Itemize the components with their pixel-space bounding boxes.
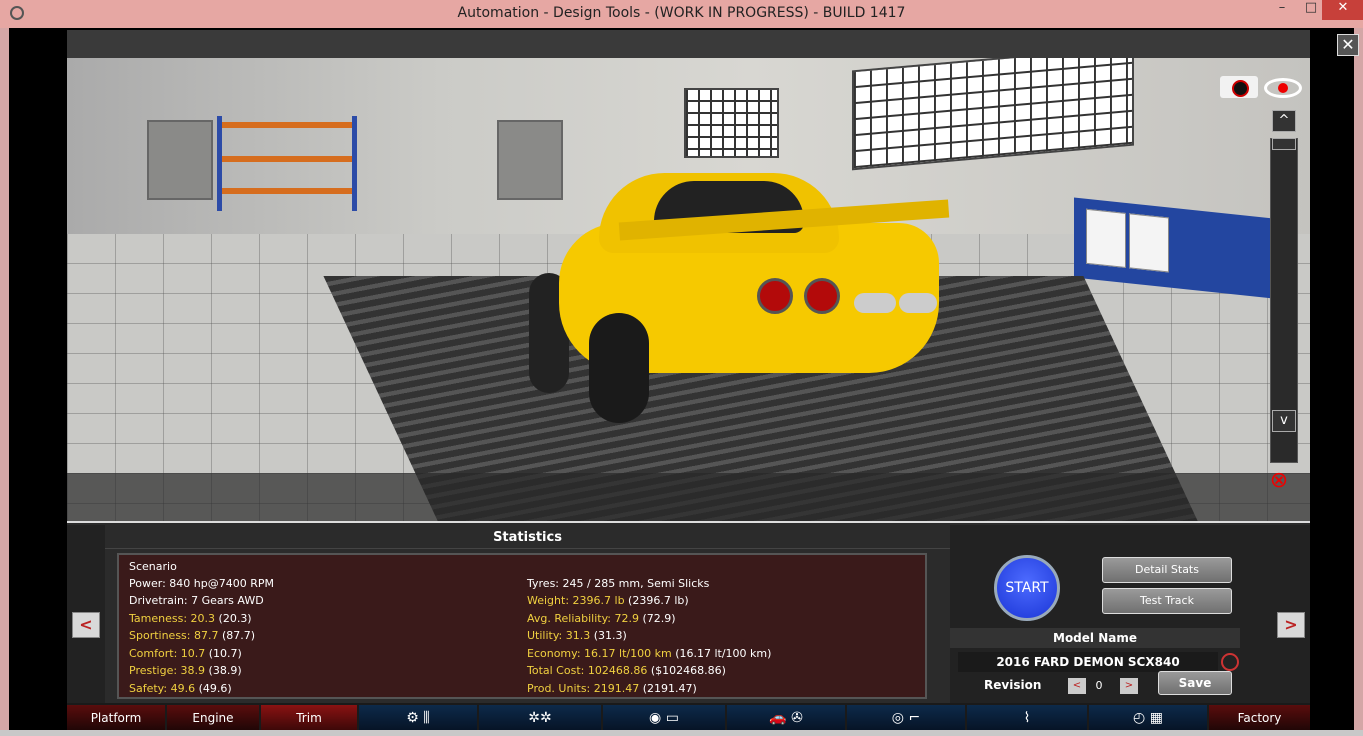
tab-factory[interactable]: Factory (1209, 705, 1310, 731)
detail-stats-button[interactable]: Detail Stats (1102, 557, 1232, 583)
zoom-up-button[interactable]: ^ (1272, 110, 1296, 132)
next-button[interactable]: > (1277, 612, 1305, 638)
tab-gearbox[interactable]: ⚙ ⫼ (359, 705, 477, 731)
window-title: Automation - Design Tools - (WORK IN PRO… (457, 5, 906, 21)
model-name-field[interactable]: 2016 FARD DEMON SCX840 (958, 652, 1218, 672)
statistics-heading: Statistics (105, 525, 950, 549)
tab-body[interactable]: 🚗 ✇ (727, 705, 845, 731)
car-exhaust (899, 293, 937, 313)
stat-safety: Safety: 49.6 (49.6) (129, 682, 232, 695)
stat-reliability: Avg. Reliability: 72.9 (72.9) (527, 612, 676, 625)
stat-utility: Utility: 31.3 (31.3) (527, 629, 627, 642)
close-window-button[interactable]: ✕ (1322, 0, 1363, 20)
stat-comfort: Comfort: 10.7 (10.7) (129, 647, 242, 660)
zoom-slider-handle[interactable] (1272, 138, 1296, 150)
stat-total-cost: Total Cost: 102468.86 ($102468.86) (527, 664, 726, 677)
car-exhaust (854, 293, 896, 313)
taskbar-strip (0, 730, 1363, 736)
client-area: ✕ ^ v ⊗ < Statistics Scenario Power: 840… (9, 28, 1359, 736)
eye-icon[interactable] (1264, 78, 1302, 98)
rotate-off-icon[interactable]: ⊗ (1263, 468, 1295, 494)
car-wheel-rear-right (589, 313, 649, 423)
tab-platform[interactable]: Platform (67, 705, 165, 731)
statistics-box: Scenario Power: 840 hp@7400 RPM Drivetra… (117, 553, 927, 699)
model-name-heading: Model Name (950, 628, 1240, 648)
design-tab-bar: Platform Engine Trim ⚙ ⫼ ✲✲ ◉ ▭ 🚗 ✇ ◎ ⌐ … (67, 703, 1310, 733)
tab-brakes[interactable]: ◉ ▭ (603, 705, 725, 731)
test-track-button[interactable]: Test Track (1102, 588, 1232, 614)
stat-power: Power: 840 hp@7400 RPM (129, 577, 274, 590)
refresh-icon[interactable] (1221, 653, 1239, 671)
car-taillight (757, 278, 793, 314)
stat-drivetrain: Drivetrain: 7 Gears AWD (129, 594, 264, 607)
3d-viewport[interactable]: ^ v ⊗ (67, 58, 1310, 521)
tab-interior[interactable]: ◎ ⌐ (847, 705, 965, 731)
viewport-bottom-shade (67, 473, 1310, 521)
design-controls: START Detail Stats Test Track Model Name… (950, 525, 1272, 703)
shelf-rack (217, 116, 357, 211)
camera-icon[interactable] (1220, 76, 1258, 98)
maximize-button[interactable]: □ (1302, 0, 1320, 20)
title-bar: Automation - Design Tools - (WORK IN PRO… (0, 0, 1363, 28)
left-side-column: < (67, 525, 105, 703)
tab-testing[interactable]: ◴ ▦ (1089, 705, 1207, 731)
right-side-column: > (1272, 525, 1310, 703)
stat-prod-units: Prod. Units: 2191.47 (2191.47) (527, 682, 697, 695)
tab-wheels[interactable]: ✲✲ (479, 705, 601, 731)
stat-sportiness: Sportiness: 87.7 (87.7) (129, 629, 256, 642)
bottom-panel: < Statistics Scenario Power: 840 hp@7400… (67, 521, 1310, 703)
application-window: Automation - Design Tools - (WORK IN PRO… (0, 0, 1363, 736)
garage-door-left (147, 120, 213, 200)
tab-suspension[interactable]: ⌇ (967, 705, 1087, 731)
stat-economy: Economy: 16.17 lt/100 km (16.17 lt/100 k… (527, 647, 772, 660)
minimize-button[interactable]: – (1262, 0, 1302, 20)
car-model (529, 163, 950, 423)
revision-label: Revision (984, 678, 1042, 692)
tab-engine[interactable]: Engine (167, 705, 259, 731)
viewport-top-strip: ✕ (67, 30, 1359, 58)
stat-weight: Weight: 2396.7 lb (2396.7 lb) (527, 594, 689, 607)
stat-prestige: Prestige: 38.9 (38.9) (129, 664, 242, 677)
revision-next-button[interactable]: > (1120, 678, 1138, 694)
prev-button[interactable]: < (72, 612, 100, 638)
save-button[interactable]: Save (1158, 671, 1232, 695)
start-button[interactable]: START (994, 555, 1060, 621)
close-viewport-button[interactable]: ✕ (1337, 34, 1359, 56)
car-taillight (804, 278, 840, 314)
stat-scenario: Scenario (129, 560, 177, 573)
zoom-down-button[interactable]: v (1272, 410, 1296, 432)
stat-tyres: Tyres: 245 / 285 mm, Semi Slicks (527, 577, 710, 590)
tab-trim[interactable]: Trim (261, 705, 357, 731)
stat-tameness: Tameness: 20.3 (20.3) (129, 612, 252, 625)
revision-value: 0 (1095, 679, 1103, 692)
garage-window-small (684, 88, 779, 158)
